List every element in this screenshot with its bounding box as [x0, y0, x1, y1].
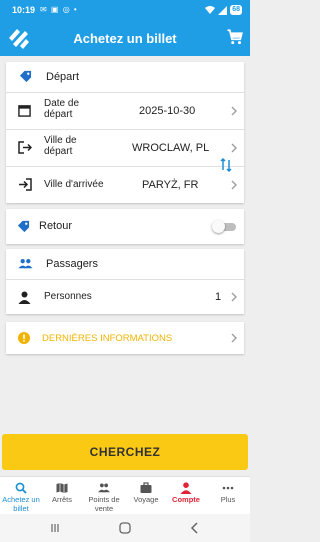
enter-arrow-icon [19, 178, 32, 191]
search-icon [15, 482, 27, 494]
arrival-city-row[interactable]: Ville d'arrivée PARYŻ, FR [6, 167, 244, 203]
departure-date-label: Date de départ [44, 98, 80, 120]
person-icon [18, 291, 31, 304]
nav-label: Arrêts [51, 495, 72, 504]
departure-section-label: Départ [46, 71, 80, 83]
persons-count: 1 [215, 291, 222, 303]
person-icon [180, 482, 192, 494]
more-icon [222, 486, 234, 490]
status-right: 68 [205, 5, 242, 15]
departure-date-value: 2025-10-30 [139, 105, 196, 117]
departure-date-row[interactable]: Date de départ 2025-10-30 [6, 93, 244, 129]
latest-news-label: DERNIÈRES INFORMATIONS [42, 333, 173, 344]
map-icon [56, 483, 68, 493]
departure-city-value: WROCLAW, PL [132, 142, 210, 154]
status-bar: 10:19 ✉ ▣ ◎ • 68 [0, 0, 250, 22]
calendar-icon [18, 105, 31, 117]
nav-label: Achetez un billet [2, 495, 40, 513]
return-toggle[interactable] [212, 220, 236, 233]
system-nav-bar [0, 514, 250, 542]
nav-buy-ticket[interactable]: Achetez un billet [0, 477, 42, 515]
briefcase-icon [140, 482, 152, 493]
people-icon [98, 483, 110, 493]
departure-city-row[interactable]: Ville de départ WROCLAW, PL [6, 130, 244, 166]
chevron-right-icon [231, 143, 237, 153]
alert-icon [18, 332, 30, 344]
chevron-right-icon [231, 106, 237, 116]
ticket-tag-icon [19, 70, 32, 83]
latest-news-card[interactable]: DERNIÈRES INFORMATIONS [6, 322, 244, 354]
ticket-tag-icon [17, 220, 30, 233]
toggle-knob [212, 220, 225, 233]
nav-trip[interactable]: Voyage [128, 477, 164, 515]
wifi-icon [205, 5, 216, 14]
departure-city-label: Ville de départ [44, 135, 77, 157]
chevron-right-icon [231, 180, 237, 190]
people-icon [18, 259, 33, 269]
arrival-city-value: PARYŻ, FR [142, 179, 199, 191]
nav-label: Plus [220, 495, 236, 504]
nav-sales-points[interactable]: Points de vente [82, 477, 126, 515]
exit-arrow-icon [18, 141, 32, 154]
recent-apps-icon[interactable] [50, 523, 60, 533]
nav-label: Points de vente [88, 495, 120, 513]
back-icon[interactable] [190, 522, 198, 534]
bottom-nav: Achetez un billet Arrêts Points de vente… [0, 476, 250, 514]
nav-stops[interactable]: Arrêts [44, 477, 80, 515]
arrival-city-label: Ville d'arrivée [44, 179, 104, 190]
notification-icons: ✉ ▣ ◎ • [40, 5, 78, 14]
cart-icon[interactable] [226, 28, 244, 46]
return-label: Retour [39, 220, 73, 232]
chevron-right-icon [231, 292, 237, 302]
passengers-header: Passagers [6, 249, 244, 279]
page-title: Achetez un billet [73, 31, 177, 46]
passengers-card: Passagers Personnes 1 [6, 249, 244, 314]
return-card[interactable]: Retour [6, 209, 244, 244]
persons-label: Personnes [44, 291, 92, 302]
nav-account[interactable]: Compte [166, 477, 206, 515]
persons-row[interactable]: Personnes 1 [6, 280, 244, 314]
chevron-right-icon [231, 333, 237, 343]
app-bar: Achetez un billet [0, 22, 250, 56]
nav-label: Compte [172, 495, 200, 504]
status-time: 10:19 [12, 5, 36, 15]
trip-card: Départ Date de départ 2025-10-30 Ville d… [6, 62, 244, 203]
nav-more[interactable]: Plus [208, 477, 248, 515]
departure-header: Départ [6, 62, 244, 92]
search-button[interactable]: CHERCHEZ [2, 434, 248, 470]
home-icon[interactable] [119, 522, 131, 534]
battery-indicator: 68 [230, 5, 242, 15]
nav-label: Voyage [133, 495, 159, 504]
signal-icon [218, 5, 228, 15]
passengers-section-label: Passagers [46, 258, 98, 270]
